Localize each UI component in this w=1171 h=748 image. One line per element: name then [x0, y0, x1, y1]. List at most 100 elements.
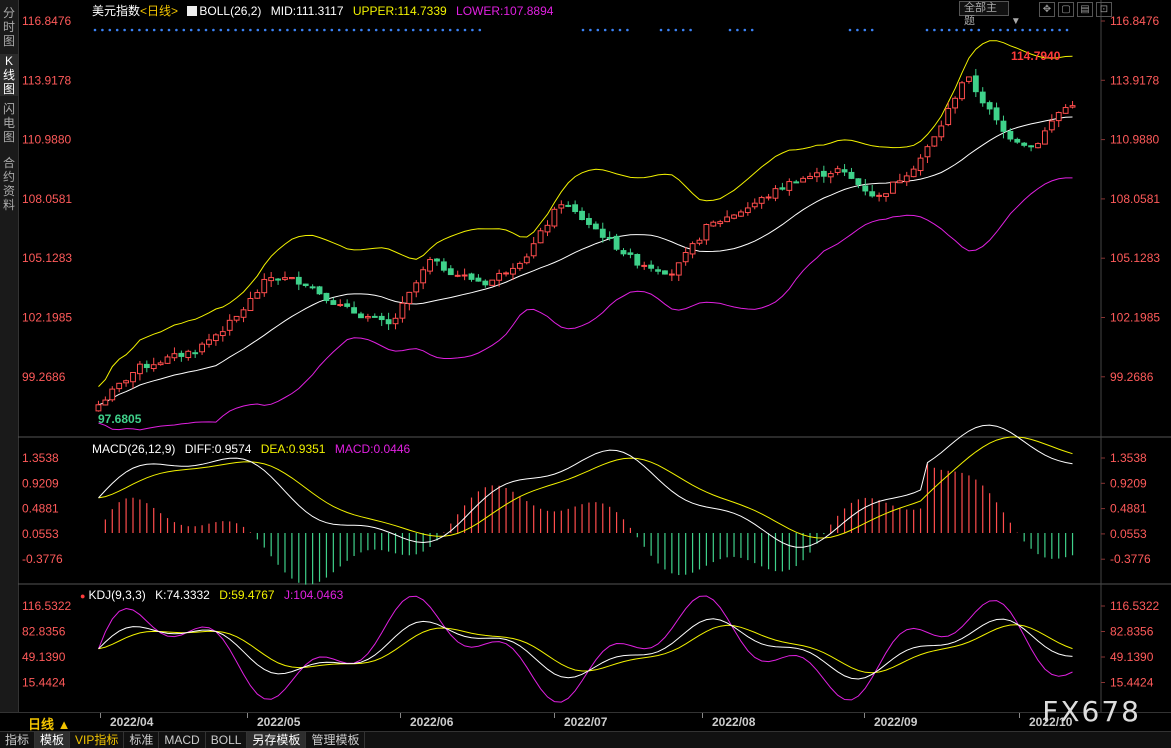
theme-select-value[interactable]: 全部主题	[959, 1, 1009, 27]
tab-template[interactable]: 模板	[35, 732, 71, 748]
candle-body	[413, 282, 420, 293]
candle-body	[731, 214, 737, 219]
tab-indicators[interactable]: 指标	[0, 732, 36, 748]
kdj-d: D:59.4767	[219, 588, 275, 602]
period-tag[interactable]: <日线>	[140, 4, 178, 18]
candle-body	[779, 187, 786, 190]
tab-kline[interactable]: K线图	[0, 54, 18, 96]
candle-body	[475, 277, 482, 282]
candle-body	[848, 171, 855, 179]
pin-icon[interactable]: ▢	[1058, 2, 1074, 17]
marker-dot	[374, 28, 378, 32]
date-tick	[400, 713, 401, 718]
candle-body	[420, 269, 427, 284]
kdj-k: K:74.3332	[155, 588, 210, 602]
main-axis-label: 102.1985	[1110, 311, 1160, 325]
boll-upper: UPPER:114.7339	[352, 4, 447, 18]
marker-dot	[115, 28, 119, 32]
marker-dot	[1043, 28, 1047, 32]
main-axis-label: 116.8476	[1110, 14, 1159, 28]
candle-body	[150, 364, 157, 370]
marker-dot	[101, 28, 104, 32]
date-tick	[864, 713, 865, 718]
tab-save-template[interactable]: 另存模板	[247, 732, 307, 748]
tab-macd[interactable]: MACD	[159, 732, 206, 748]
marker-dot	[226, 28, 230, 32]
main-axis-label: 113.9178	[1110, 73, 1159, 87]
date-tick	[554, 713, 555, 718]
candle-body	[364, 315, 371, 319]
candle-body	[399, 302, 406, 319]
tab-flash-chart[interactable]: 闪电图	[0, 102, 18, 144]
candle-body	[468, 273, 475, 280]
candle-body	[1007, 130, 1014, 140]
tab-manage-template[interactable]: 管理模板	[306, 732, 366, 748]
candle-body	[606, 236, 613, 239]
candle-body	[130, 371, 136, 383]
marker-dot	[330, 28, 334, 32]
marker-dot	[463, 28, 467, 32]
candle-body	[489, 279, 496, 286]
marker-dot	[448, 28, 452, 32]
date-label: 2022/04	[110, 715, 154, 729]
marker-dot	[138, 28, 141, 32]
date-tick	[1019, 713, 1020, 718]
tab-standard[interactable]: 标准	[124, 732, 160, 748]
macd-left-axis-label: 0.4881	[22, 502, 59, 516]
kdj-left-axis-label: 82.8356	[22, 625, 66, 639]
candle-body	[337, 304, 344, 307]
candle-body	[136, 363, 143, 375]
date-label: 2022/06	[410, 715, 454, 729]
candle-body	[862, 185, 869, 192]
candle-body	[586, 218, 592, 225]
candle-body	[1014, 138, 1021, 143]
candle-body	[544, 224, 551, 233]
candle-body	[758, 197, 765, 204]
marker-dot	[108, 28, 112, 32]
date-label: 2022/07	[564, 715, 608, 729]
tab-contract-info[interactable]: 合约资料	[0, 156, 18, 212]
candle-body	[440, 261, 447, 271]
kdj-j-line	[98, 595, 1073, 703]
candle-body	[496, 272, 503, 281]
candle-body	[358, 313, 364, 319]
marker-dot	[596, 28, 600, 32]
marker-dot	[382, 28, 385, 32]
crosshair-icon[interactable]: ✥	[1039, 2, 1055, 17]
marker-dot	[167, 28, 171, 32]
tab-vip-indicators[interactable]: VIP指标	[70, 732, 125, 748]
marker-dot	[145, 28, 149, 32]
marker-dot	[263, 28, 267, 32]
expand-icon[interactable]: ⊡	[1096, 2, 1112, 17]
candle-body	[869, 191, 876, 197]
marker-dot	[925, 28, 929, 32]
marker-dot	[175, 28, 178, 32]
main-axis-label: 105.1283	[1110, 251, 1160, 265]
candle-body	[302, 283, 309, 287]
candle-body	[772, 188, 779, 199]
indicator-dot-icon: ●	[80, 591, 86, 601]
candle-body	[738, 211, 744, 217]
candle-body	[427, 259, 433, 272]
candle-body	[924, 146, 931, 158]
candle-body	[786, 181, 793, 191]
candle-body	[827, 173, 834, 178]
theme-select[interactable]: 全部主题 ▼	[959, 1, 1021, 29]
marker-dot	[197, 28, 200, 32]
kline-chart[interactable]: 116.8476 116.8476 113.9178 113.9178 110.9880…	[18, 0, 1171, 712]
gear-icon[interactable]: ▤	[1077, 2, 1093, 17]
main-header: 美元指数<日线> BOLL(26,2) MID:111.3117 UPPER:1…	[92, 2, 559, 19]
tab-boll[interactable]: BOLL	[206, 732, 248, 748]
candle-body	[1035, 143, 1041, 149]
candle-body	[1028, 145, 1035, 148]
marker-dot	[618, 28, 622, 32]
candle-body	[233, 315, 240, 321]
candle-body	[648, 264, 655, 269]
marker-dot	[863, 28, 867, 32]
candle-body	[655, 269, 661, 272]
main-left-axis-label: 110.9880	[22, 133, 71, 147]
tab-timeshare[interactable]: 分时图	[0, 6, 18, 48]
marker-dot	[397, 28, 400, 32]
candle-body	[641, 264, 648, 267]
chart-area[interactable]: 116.8476 116.8476 113.9178 113.9178 110.9880…	[18, 0, 1171, 712]
